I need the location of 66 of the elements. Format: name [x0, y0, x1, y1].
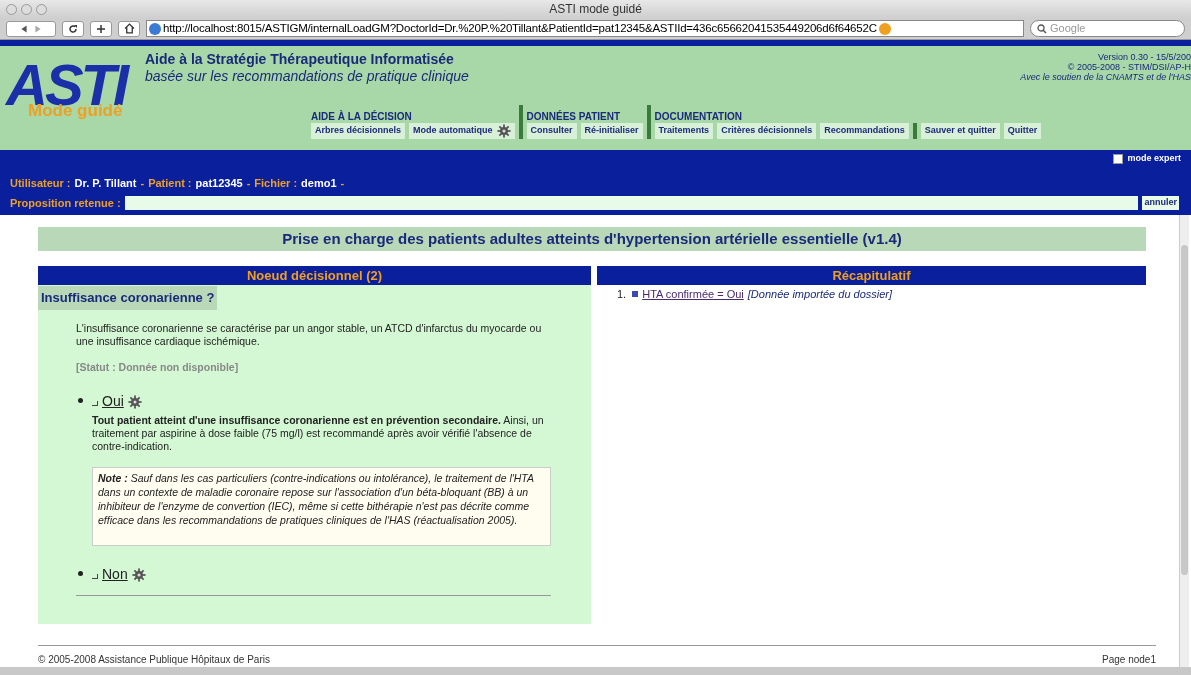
- corner-icon: [92, 573, 98, 579]
- page-title: Prise en charge des patients adultes atteints d'hypertension artérielle essentielle (v1.4): [38, 227, 1146, 251]
- menu-title: DONNÉES PATIENT: [526, 109, 621, 123]
- menu-button[interactable]: Arbres décisionnels: [311, 123, 406, 139]
- field-label: Fichier :: [254, 176, 298, 191]
- menu-button[interactable]: Traitements: [654, 123, 714, 139]
- separator-text: -: [340, 176, 345, 191]
- checkbox-label: mode expert: [1127, 152, 1181, 166]
- support-text: Avec le soutien de la CNAMTS et de l'HAS: [1020, 72, 1191, 82]
- separator-text: -: [246, 176, 251, 191]
- square-icon: [632, 291, 639, 298]
- option-link[interactable]: Oui: [102, 391, 124, 413]
- description-text: L'insuffisance coronarienne se caractérise par un angor stable, un ATCD d'infarctus du myocarde ou une insuffisance cardiaque ischémique.: [76, 321, 543, 348]
- menu-button[interactable]: Recommandations: [820, 123, 909, 139]
- field-value: demo1: [301, 176, 337, 191]
- field-label: Patient :: [148, 176, 192, 191]
- field-label: Utilisateur :: [10, 176, 71, 191]
- reload-icon[interactable]: [62, 20, 84, 37]
- menu-button[interactable]: Mode automatique: [409, 123, 515, 139]
- menu-button[interactable]: Consulter: [526, 123, 577, 139]
- bullet-icon: [78, 571, 83, 577]
- field-value: pat12345: [195, 176, 243, 191]
- corner-icon: [92, 400, 98, 406]
- add-icon[interactable]: [90, 20, 112, 37]
- summary-link[interactable]: HTA confirmée = Oui: [642, 286, 744, 303]
- panel-heading: Récapitulatif: [597, 266, 1146, 285]
- panel-heading: Noeud décisionnel (2): [38, 266, 591, 285]
- field-label: Proposition retenue :: [10, 195, 121, 211]
- page-label: Page node1: [1102, 653, 1156, 665]
- option-link[interactable]: Non: [102, 564, 128, 586]
- option-text: Tout patient atteint d'une insuffisance coronarienne est en prévention secondaire. Ainsi, un traitement par aspirine à dose faible (75 mg/l) est recommandé après avoir vérifié l'absence de contre-indication.: [92, 414, 545, 454]
- gear-icon[interactable]: [131, 567, 146, 582]
- summary-note: [Donnée importée du dossier]: [747, 287, 893, 302]
- url-text: http://localhost:8015/ASTIGM/internalLoadGM?DoctorId=Dr.%20P.%20Tillant&PatientId=pat12345&ASTIId=436c65662041535449206d6f64652C: [163, 21, 877, 36]
- menu-button[interactable]: Sauver et quitter: [920, 123, 1000, 139]
- menu-title: AIDE À LA DÉCISION: [311, 109, 412, 123]
- status-text: [Statut : Donnée non disponible]: [76, 359, 240, 375]
- footer-text: © 2005-2008 Assistance Publique Hôpitaux de Paris: [38, 653, 270, 665]
- search-icon: [1037, 23, 1047, 34]
- app-subtitle: basée sur les recommandations de pratique clinique: [145, 68, 469, 85]
- window-title: ASTI mode guidé: [549, 1, 642, 18]
- version-text: Version 0.30 - 15/5/200: [1097, 52, 1191, 62]
- field-value: Dr. P. Tillant: [74, 176, 137, 191]
- feed-icon: [878, 22, 891, 35]
- expert-checkbox[interactable]: [1113, 154, 1124, 164]
- home-icon[interactable]: [118, 20, 140, 37]
- separator-text: -: [140, 176, 145, 191]
- menu-button[interactable]: Quitter: [1003, 123, 1042, 139]
- note-box: Note : Sauf dans les cas particuliers (contre-indications ou intolérance), le traitement de l'HTA dans un contexte de maladie coronaire repose sur l'association d'un béta-bloquant (BB) à un inhibiteur de l'enzyme de convertion (IEC), même si cette bithérapie n'est pas décrite comme efficace dans les recommandations de pratiques cliniques de l'HAS (réactualisation 2005).: [92, 467, 551, 547]
- cancel-button[interactable]: annuler: [1142, 195, 1179, 210]
- menu-title: DOCUMENTATION: [654, 110, 742, 123]
- gear-icon[interactable]: [127, 394, 142, 409]
- proposition-field[interactable]: [124, 195, 1139, 210]
- copyright-text: © 2005-2008 - STIM/DSI/AP-H: [1067, 62, 1191, 72]
- list-number: 1.: [617, 287, 627, 302]
- bullet-icon: [78, 398, 83, 404]
- scrollbar-thumb[interactable]: [1181, 245, 1188, 575]
- scrollbar[interactable]: [1179, 215, 1189, 667]
- back-forward-buttons[interactable]: [6, 20, 56, 37]
- menu-button[interactable]: Critères décisionnels: [717, 123, 817, 139]
- address-field[interactable]: http://localhost:8015/ASTIGM/internalLoadGM?DoctorId=Dr.%20P.%20Tillant&PatientId=pat12345&ASTIId=436c65662041535449206d6f64652C: [146, 20, 1024, 37]
- menu-button[interactable]: Ré-initialiser: [580, 123, 643, 139]
- globe-icon: [149, 22, 161, 35]
- question-title: Insuffisance coronarienne ?: [38, 286, 218, 310]
- gear-icon[interactable]: [496, 124, 511, 138]
- app-title: Aide à la Stratégie Thérapeutique Informatisée: [145, 51, 454, 68]
